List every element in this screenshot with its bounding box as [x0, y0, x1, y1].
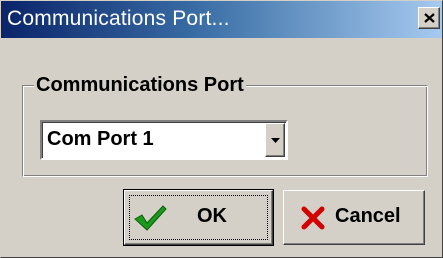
cancel-button[interactable]: Cancel — [283, 190, 425, 245]
ok-button-label: OK — [197, 205, 227, 227]
chevron-down-icon — [271, 138, 280, 143]
x-icon — [301, 206, 325, 230]
close-button[interactable] — [418, 7, 440, 29]
close-icon — [424, 13, 435, 23]
dialog-window: Communications Port... Communications Po… — [0, 0, 443, 258]
cancel-button-label: Cancel — [335, 205, 401, 227]
title-bar[interactable]: Communications Port... — [1, 1, 442, 38]
port-dropdown-value: Com Port 1 — [47, 128, 154, 150]
port-dropdown-arrow-button[interactable] — [265, 123, 285, 157]
ok-button[interactable]: OK — [123, 189, 274, 246]
port-dropdown[interactable]: Com Port 1 — [40, 120, 288, 160]
window-title: Communications Port... — [7, 7, 230, 30]
checkmark-icon — [134, 205, 167, 231]
group-legend: Communications Port — [34, 73, 246, 97]
